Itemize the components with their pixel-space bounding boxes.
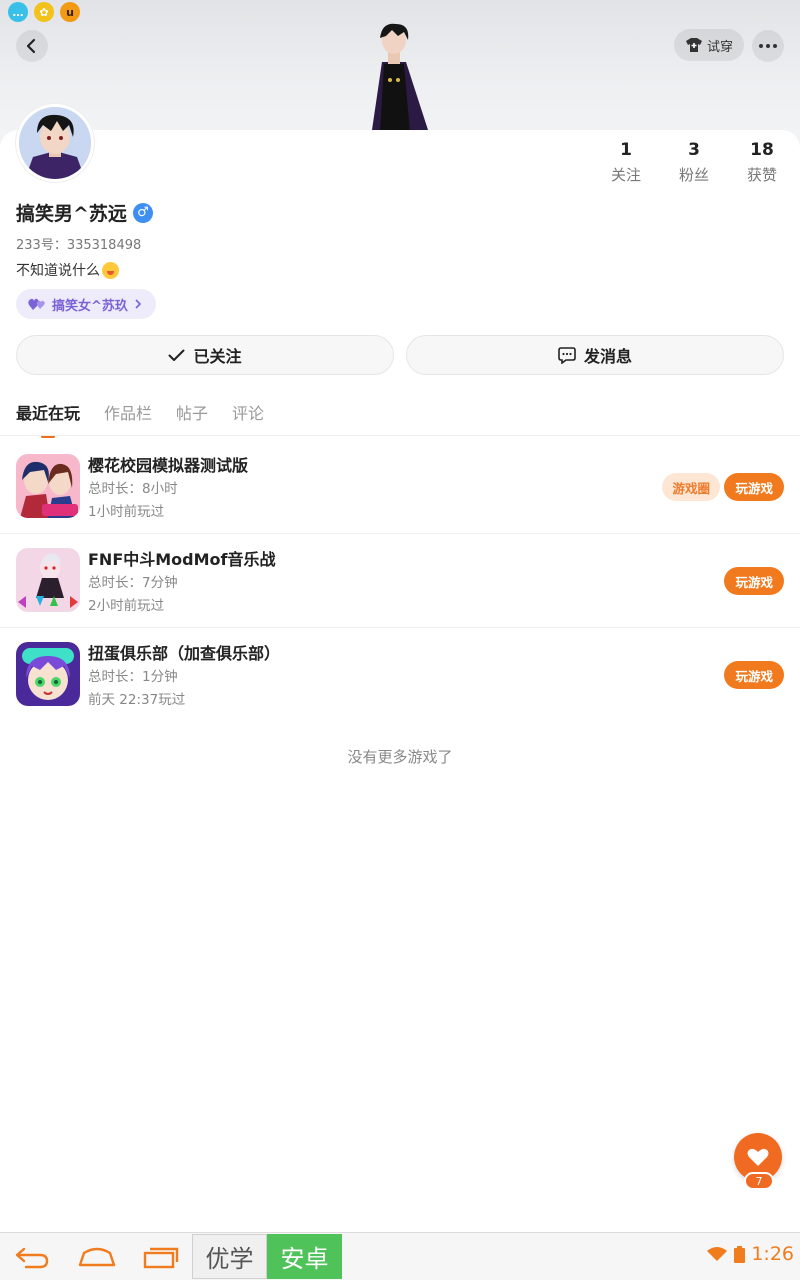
send-message-label: 发消息 <box>583 347 632 366</box>
message-bubble-icon <box>558 346 576 364</box>
character-figure <box>372 23 428 132</box>
likes-label: 获赞 <box>746 166 777 184</box>
home-nav-icon[interactable] <box>78 1245 116 1269</box>
send-message-button[interactable]: 发消息 <box>406 335 784 375</box>
game-meta: 总时长：7分钟 2小时前玩过 <box>88 572 178 618</box>
followed-label: 已关注 <box>193 347 242 366</box>
user-name: 搞笑男^苏远 <box>16 203 127 225</box>
game-duration: 总时长：1分钟 <box>88 669 178 685</box>
back-nav-icon[interactable] <box>14 1245 50 1269</box>
game-duration: 总时长：8小时 <box>88 481 178 497</box>
chevron-right-icon <box>135 299 142 309</box>
game-last-played: 2小时前玩过 <box>88 598 165 614</box>
stat-likes[interactable]: 18 获赞 <box>732 140 792 185</box>
clock-time: 1:26 <box>751 1243 794 1265</box>
chat-bubble-icon: … <box>8 2 28 22</box>
game-title: 扭蛋俱乐部（加查俱乐部） <box>88 644 281 663</box>
heart-icon <box>747 1148 769 1166</box>
tab-works[interactable]: 作品栏 <box>104 400 152 438</box>
name-row: 搞笑男^苏远 ♂ <box>16 199 153 226</box>
tab-posts[interactable]: 帖子 <box>176 400 208 438</box>
game-icon <box>16 642 80 706</box>
chevron-left-icon <box>26 38 36 54</box>
tab-comments[interactable]: 评论 <box>232 400 264 438</box>
no-more-games-text: 没有更多游戏了 <box>347 748 453 766</box>
user-id: 233号：335318498 <box>16 238 142 253</box>
game-last-played: 前天 22:37玩过 <box>88 692 186 708</box>
play-game-button[interactable]: 玩游戏 <box>724 567 784 595</box>
avatar[interactable] <box>16 104 94 182</box>
game-icon <box>16 548 80 612</box>
list-item[interactable]: FNF中斗ModMof音乐战 总时长：7分钟 2小时前玩过 玩游戏 <box>0 534 800 628</box>
stat-following[interactable]: 1 关注 <box>596 140 656 185</box>
recent-games-list: 樱花校园模拟器测试版 总时长：8小时 1小时前玩过 游戏圈 玩游戏 FNF中斗M… <box>0 440 800 722</box>
play-game-button[interactable]: 玩游戏 <box>724 473 784 501</box>
gear-badge-icon: ✿ <box>34 2 54 22</box>
play-game-button[interactable]: 玩游戏 <box>724 661 784 689</box>
fans-label: 粉丝 <box>678 166 709 184</box>
profile-tabs: 最近在玩 作品栏 帖子 评论 <box>16 400 264 438</box>
stat-fans[interactable]: 3 粉丝 <box>664 140 724 185</box>
cp-tag[interactable]: 搞笑女^苏玖 <box>16 289 156 319</box>
profile-page: … ✿ u 试穿 1 关注 3 粉丝 18 获赞 搞笑男^苏远 ♂ 233号：3… <box>0 0 800 1280</box>
double-heart-icon <box>28 298 45 310</box>
avatar-portrait <box>19 107 91 179</box>
fans-count: 3 <box>688 140 700 160</box>
tab-recent-play[interactable]: 最近在玩 <box>16 400 80 438</box>
ime-anzhuo-button[interactable]: 安卓 <box>267 1234 342 1279</box>
following-count: 1 <box>620 140 632 160</box>
game-last-played: 1小时前玩过 <box>88 504 165 520</box>
game-circle-button[interactable]: 游戏圈 <box>662 473 720 501</box>
ime-youxue-button[interactable]: 优学 <box>192 1234 267 1279</box>
game-meta: 总时长：8小时 1小时前玩过 <box>88 478 178 524</box>
game-icon <box>16 454 80 518</box>
tab-divider <box>0 435 800 436</box>
shirt-plus-icon <box>685 38 702 52</box>
list-item[interactable]: 樱花校园模拟器测试版 总时长：8小时 1小时前玩过 游戏圈 玩游戏 <box>0 440 800 534</box>
game-title: 樱花校园模拟器测试版 <box>88 456 249 475</box>
following-label: 关注 <box>610 166 641 184</box>
try-on-label: 试穿 <box>706 39 733 55</box>
bio-text: 不知道说什么 <box>16 263 100 279</box>
more-dots-icon <box>759 44 777 48</box>
u-badge-icon: u <box>60 2 80 22</box>
followed-button[interactable]: 已关注 <box>16 335 394 375</box>
male-gender-icon: ♂ <box>132 202 153 223</box>
blush-emoji-icon <box>102 261 119 279</box>
battery-icon <box>734 1245 746 1263</box>
system-navigation-bar: 优学 安卓 1:26 <box>0 1232 800 1280</box>
more-options-button[interactable] <box>752 30 784 62</box>
like-count-badge: 7 <box>744 1172 774 1190</box>
list-item[interactable]: 扭蛋俱乐部（加查俱乐部） 总时长：1分钟 前天 22:37玩过 玩游戏 <box>0 628 800 722</box>
game-title: FNF中斗ModMof音乐战 <box>88 550 276 569</box>
game-duration: 总时长：7分钟 <box>88 575 178 591</box>
status-icons: … ✿ u <box>8 2 80 22</box>
action-buttons: 已关注 发消息 <box>16 335 784 375</box>
system-status-right: 1:26 <box>706 1243 794 1265</box>
user-bio: 不知道说什么 <box>16 260 119 280</box>
recent-apps-nav-icon[interactable] <box>142 1245 180 1269</box>
back-button[interactable] <box>16 30 48 62</box>
game-meta: 总时长：1分钟 前天 22:37玩过 <box>88 666 185 712</box>
likes-count: 18 <box>750 140 774 160</box>
try-on-button[interactable]: 试穿 <box>674 29 744 61</box>
wifi-icon <box>707 1247 728 1261</box>
check-icon <box>168 349 185 361</box>
profile-banner: … ✿ u 试穿 <box>0 0 800 150</box>
cp-tag-label: 搞笑女^苏玖 <box>52 298 128 314</box>
